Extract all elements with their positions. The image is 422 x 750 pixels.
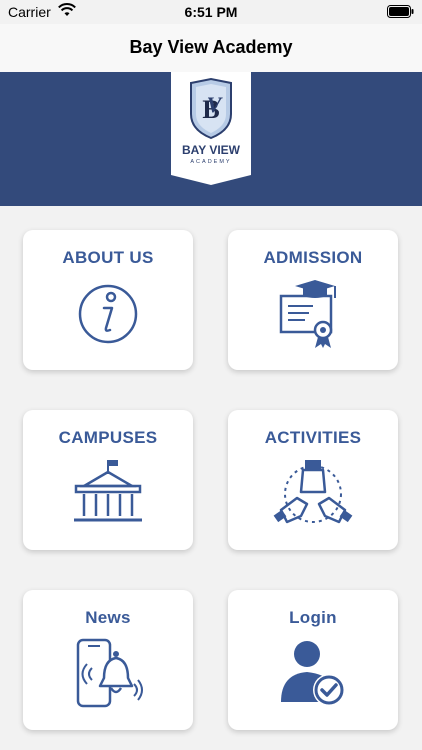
diploma-icon	[273, 274, 353, 354]
svg-text:V: V	[207, 92, 224, 117]
login-card[interactable]: Login	[228, 590, 398, 730]
admission-card[interactable]: ADMISSION	[228, 230, 398, 370]
navigation-bar: Bay View Academy	[0, 24, 422, 73]
building-icon	[68, 454, 148, 534]
teamwork-hands-icon	[273, 454, 353, 534]
campuses-card[interactable]: CAMPUSES	[23, 410, 193, 550]
logo-text-line2: ACADEMY	[190, 159, 231, 165]
card-label: ABOUT US	[62, 248, 154, 267]
card-label: News	[85, 608, 131, 627]
header-banner: B V BAY VIEW ACADEMY	[0, 72, 422, 206]
card-label: ACTIVITIES	[264, 428, 362, 447]
card-label: ADMISSION	[263, 248, 363, 267]
logo-text-line1: BAY VIEW	[182, 143, 241, 157]
info-icon	[68, 274, 148, 354]
school-logo: B V BAY VIEW ACADEMY	[171, 72, 251, 185]
battery-icon	[387, 5, 414, 21]
menu-grid: ABOUT US ADMISSION CAMPUSES ACTIVITIES N…	[0, 206, 422, 750]
about-us-card[interactable]: ABOUT US	[23, 230, 193, 370]
clock: 6:51 PM	[184, 4, 238, 20]
user-check-icon	[273, 634, 353, 714]
page-title: Bay View Academy	[129, 37, 293, 57]
card-label: CAMPUSES	[58, 428, 158, 447]
card-label: Login	[289, 608, 337, 627]
phone-notification-icon	[68, 634, 148, 714]
status-bar: Carrier 6:51 PM	[0, 0, 422, 24]
activities-card[interactable]: ACTIVITIES	[228, 410, 398, 550]
news-card[interactable]: News	[23, 590, 193, 730]
